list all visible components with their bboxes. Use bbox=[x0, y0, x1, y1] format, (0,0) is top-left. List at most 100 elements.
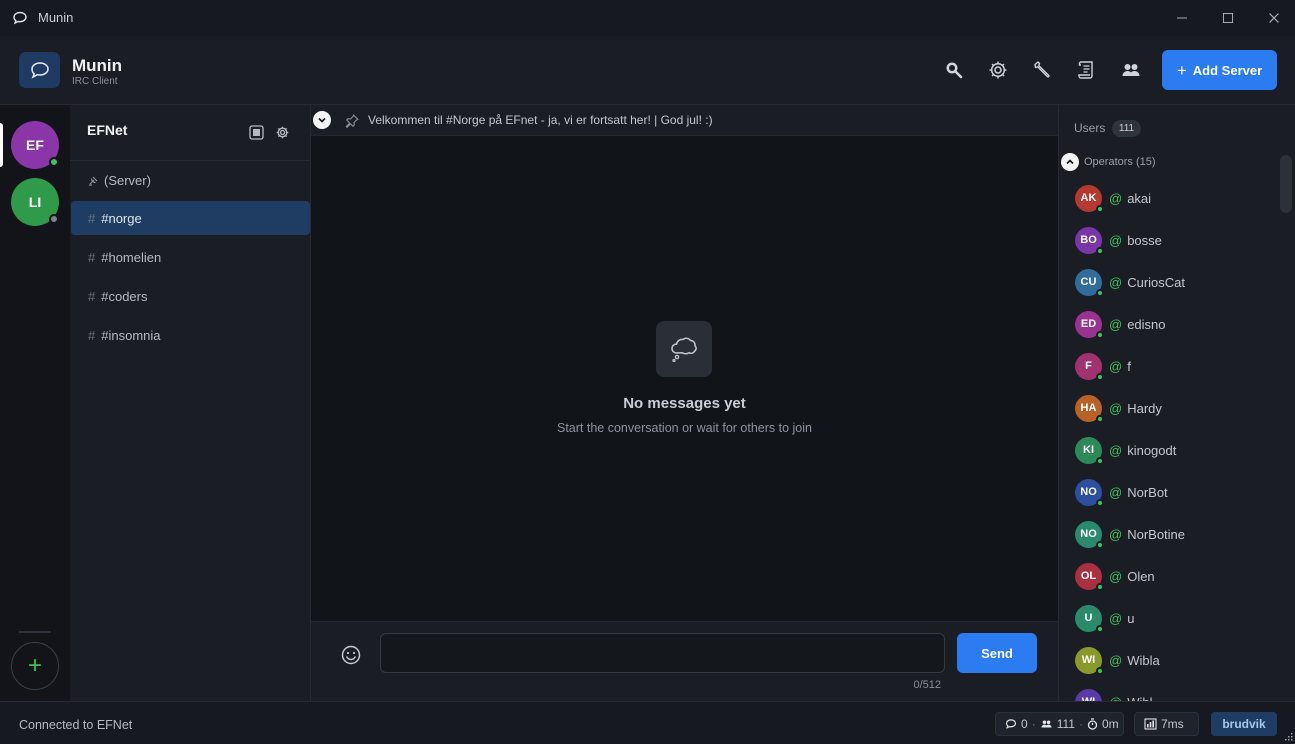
online-status-dot bbox=[1096, 666, 1104, 675]
avatar: NO bbox=[1075, 478, 1104, 507]
hash-icon: # bbox=[88, 210, 96, 226]
close-button[interactable] bbox=[1259, 6, 1289, 30]
emoji-icon[interactable] bbox=[340, 644, 362, 666]
server-rail: EF LI + bbox=[0, 105, 70, 701]
operator-prefix: @ bbox=[1109, 442, 1123, 458]
avatar: WI bbox=[1075, 688, 1102, 701]
user-list-item[interactable]: U @ u bbox=[1059, 597, 1279, 639]
chevron-up-icon[interactable] bbox=[1061, 153, 1079, 171]
user-list-item[interactable]: WI @ Wibla bbox=[1059, 639, 1279, 681]
pin-icon bbox=[344, 113, 360, 129]
avatar: CU bbox=[1075, 268, 1104, 297]
user-nick: kinogodt bbox=[1127, 442, 1177, 458]
user-list-item[interactable]: BO @ bosse bbox=[1059, 219, 1279, 261]
app-logo bbox=[19, 52, 60, 88]
avatar-initials: NO bbox=[1080, 486, 1097, 498]
users-count-badge: 111 bbox=[1112, 120, 1141, 137]
online-status-dot bbox=[1096, 330, 1104, 339]
users-panel: Users 111 Operators (15) AK @ akai BO @ bosse… bbox=[1058, 105, 1295, 701]
channel-item-homelien[interactable]: # #homelien bbox=[71, 240, 310, 274]
user-nick: u bbox=[1127, 610, 1135, 626]
search-icon[interactable] bbox=[942, 58, 966, 82]
operator-prefix: @ bbox=[1109, 190, 1123, 206]
online-status-dot bbox=[1096, 246, 1104, 255]
operator-prefix: @ bbox=[1109, 568, 1123, 584]
channel-item-insomnia[interactable]: # #insomnia bbox=[71, 318, 310, 352]
user-list-item[interactable]: ED @ edisno bbox=[1059, 303, 1279, 345]
channel-item-coders[interactable]: # #coders bbox=[71, 279, 310, 313]
minimize-button[interactable] bbox=[1167, 6, 1197, 30]
avatar: HA bbox=[1075, 394, 1104, 423]
server-status-dot bbox=[49, 214, 59, 224]
message-composer: Send 0/512 bbox=[311, 621, 1058, 701]
hash-icon: # bbox=[88, 327, 96, 343]
avatar: BO bbox=[1075, 226, 1104, 255]
wrench-icon[interactable] bbox=[1030, 58, 1054, 82]
online-status-dot bbox=[1096, 624, 1104, 633]
gear-icon[interactable] bbox=[986, 58, 1010, 82]
maximize-button[interactable] bbox=[1213, 6, 1243, 30]
user-list-item[interactable]: WI@Wibl bbox=[1059, 681, 1279, 701]
status-bar: Connected to EFNet 0 · 111 · 0m 7ms brud… bbox=[0, 701, 1295, 744]
plus-icon: + bbox=[1176, 60, 1187, 80]
avatar-initials: OL bbox=[1080, 570, 1097, 582]
user-list-item[interactable]: OL @ Olen bbox=[1059, 555, 1279, 597]
user-nick: NorBotine bbox=[1127, 526, 1186, 542]
user-nick: bosse bbox=[1127, 232, 1162, 248]
operator-prefix: @ bbox=[1109, 610, 1123, 626]
add-server-rail-button[interactable]: + bbox=[11, 642, 59, 690]
user-list-item[interactable]: F @ f bbox=[1059, 345, 1279, 387]
user-nick: CuriosCat bbox=[1127, 274, 1185, 290]
app-name: Munin bbox=[72, 56, 123, 75]
avatar: F bbox=[1075, 352, 1104, 381]
current-nick[interactable]: brudvik bbox=[1211, 712, 1277, 736]
resize-grip-icon[interactable] bbox=[1283, 731, 1293, 741]
operator-prefix: @ bbox=[1109, 274, 1123, 290]
users-label: Users bbox=[1074, 121, 1106, 135]
user-list-item[interactable]: NO @ NorBot bbox=[1059, 471, 1279, 513]
network-settings-gear-icon[interactable] bbox=[274, 124, 290, 140]
latency-indicator: 7ms bbox=[1134, 712, 1199, 736]
empty-state-title: No messages yet bbox=[623, 395, 746, 412]
user-list-scroll-thumb[interactable] bbox=[1280, 155, 1292, 213]
hash-icon: # bbox=[88, 288, 96, 304]
thought-bubble-icon bbox=[656, 321, 712, 377]
users-icon[interactable] bbox=[1119, 58, 1143, 82]
avatar-initials: F bbox=[1085, 360, 1092, 372]
user-list-item[interactable]: AK @ akai bbox=[1059, 177, 1279, 219]
rail-divider bbox=[19, 631, 51, 633]
avatar: WI bbox=[1075, 646, 1104, 675]
idle-time: 0m bbox=[1101, 717, 1119, 731]
stopwatch-icon bbox=[1087, 718, 1098, 730]
user-nick: f bbox=[1127, 358, 1131, 374]
user-count-icon bbox=[1040, 718, 1053, 730]
user-list-scrollbar[interactable] bbox=[1279, 155, 1291, 701]
server-icon-li[interactable]: LI bbox=[11, 178, 59, 226]
chevron-down-icon[interactable] bbox=[313, 111, 331, 129]
user-list-item[interactable]: KI @ kinogodt bbox=[1059, 429, 1279, 471]
operator-prefix: @ bbox=[1109, 526, 1123, 542]
server-icon-efnet[interactable]: EF bbox=[11, 121, 59, 169]
avatar: AK bbox=[1075, 184, 1104, 213]
avatar-initials: CU bbox=[1080, 276, 1097, 288]
channel-label: #insomnia bbox=[101, 327, 161, 343]
user-list-item[interactable]: CU @ CuriosCat bbox=[1059, 261, 1279, 303]
channel-item-norge[interactable]: # #norge bbox=[71, 201, 310, 235]
user-count: 111 bbox=[1056, 717, 1075, 731]
message-count: 0 bbox=[1021, 717, 1028, 731]
user-list-item[interactable]: HA @ Hardy bbox=[1059, 387, 1279, 429]
online-status-dot bbox=[1096, 582, 1104, 591]
user-list: AK @ akai BO @ bosse CU @ CuriosCat ED @ edisno F @ f H… bbox=[1059, 177, 1279, 701]
channel-label: #homelien bbox=[101, 249, 162, 265]
stop-square-icon[interactable] bbox=[248, 124, 264, 140]
chat-bubble-icon bbox=[12, 10, 28, 26]
user-list-item[interactable]: NO @ NorBotine bbox=[1059, 513, 1279, 555]
message-input[interactable] bbox=[380, 633, 945, 673]
online-status-dot bbox=[1096, 456, 1104, 465]
title-bar: Munin bbox=[0, 0, 1295, 36]
avatar: OL bbox=[1075, 562, 1104, 591]
channel-item-server[interactable]: (Server) bbox=[71, 163, 310, 197]
scroll-log-icon[interactable] bbox=[1075, 58, 1099, 82]
send-button[interactable]: Send bbox=[957, 633, 1037, 673]
add-server-button[interactable]: + Add Server bbox=[1162, 50, 1277, 90]
